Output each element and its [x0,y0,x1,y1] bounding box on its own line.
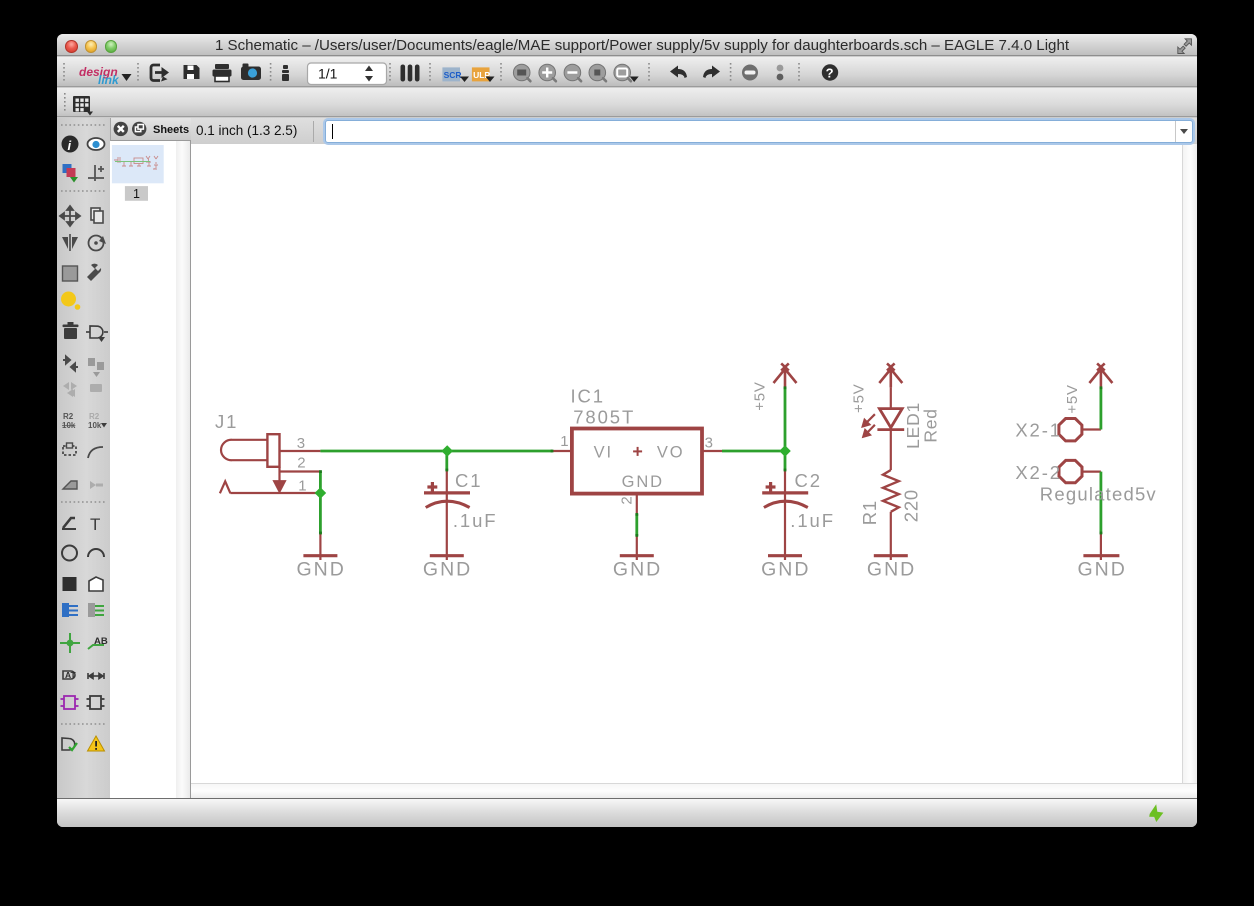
svg-text:3: 3 [297,435,307,452]
svg-text:AB: AB [94,636,108,647]
svg-text:GND: GND [423,559,472,581]
svg-text:GND: GND [761,559,810,581]
svg-text:2: 2 [618,496,635,504]
svg-text:GND: GND [613,559,662,581]
svg-text:2: 2 [297,455,307,472]
svg-text:GND: GND [622,473,664,491]
svg-text:.1uF: .1uF [453,510,498,531]
svg-text:10k: 10k [62,421,76,430]
svg-text:+5V: +5V [1064,384,1081,414]
svg-text:i: i [68,138,72,153]
svg-text:?: ? [826,66,834,81]
svg-text:+5V: +5V [752,381,769,411]
svg-text:GND: GND [297,559,346,581]
svg-text:X2-1: X2-1 [1015,420,1062,441]
svg-text:IC1: IC1 [571,386,606,407]
svg-text:GND: GND [867,559,916,581]
svg-text:R2: R2 [89,412,100,421]
svg-text:VI: VI [594,444,613,462]
svg-text:7805T: 7805T [573,407,635,428]
svg-text:J1: J1 [215,411,238,432]
svg-text:1: 1 [133,187,140,201]
svg-text:1: 1 [298,477,308,494]
svg-text:T: T [90,515,100,534]
svg-text:GND: GND [1078,559,1127,581]
svg-text:.1uF: .1uF [790,510,835,531]
svg-text:Red: Red [920,408,940,443]
svg-text:10k: 10k [88,421,102,430]
svg-text:+5V: +5V [851,383,868,413]
svg-text:220: 220 [901,489,922,522]
svg-text:AT: AT [65,670,77,680]
svg-text:Regulated5v: Regulated5v [1040,484,1157,505]
svg-text:SCR: SCR [444,70,462,80]
svg-text:X2-2: X2-2 [1015,462,1062,483]
svg-text:R1: R1 [859,500,880,525]
svg-text:C1: C1 [455,470,482,491]
svg-text:VO: VO [657,444,685,462]
svg-text:C2: C2 [795,470,822,491]
svg-text:R2: R2 [63,412,74,421]
svg-text:3: 3 [705,434,715,451]
svg-text:1: 1 [560,433,570,450]
svg-text:Sheets: Sheets [153,124,189,136]
svg-text:1/1: 1/1 [318,66,338,82]
svg-text:link: link [98,73,120,87]
